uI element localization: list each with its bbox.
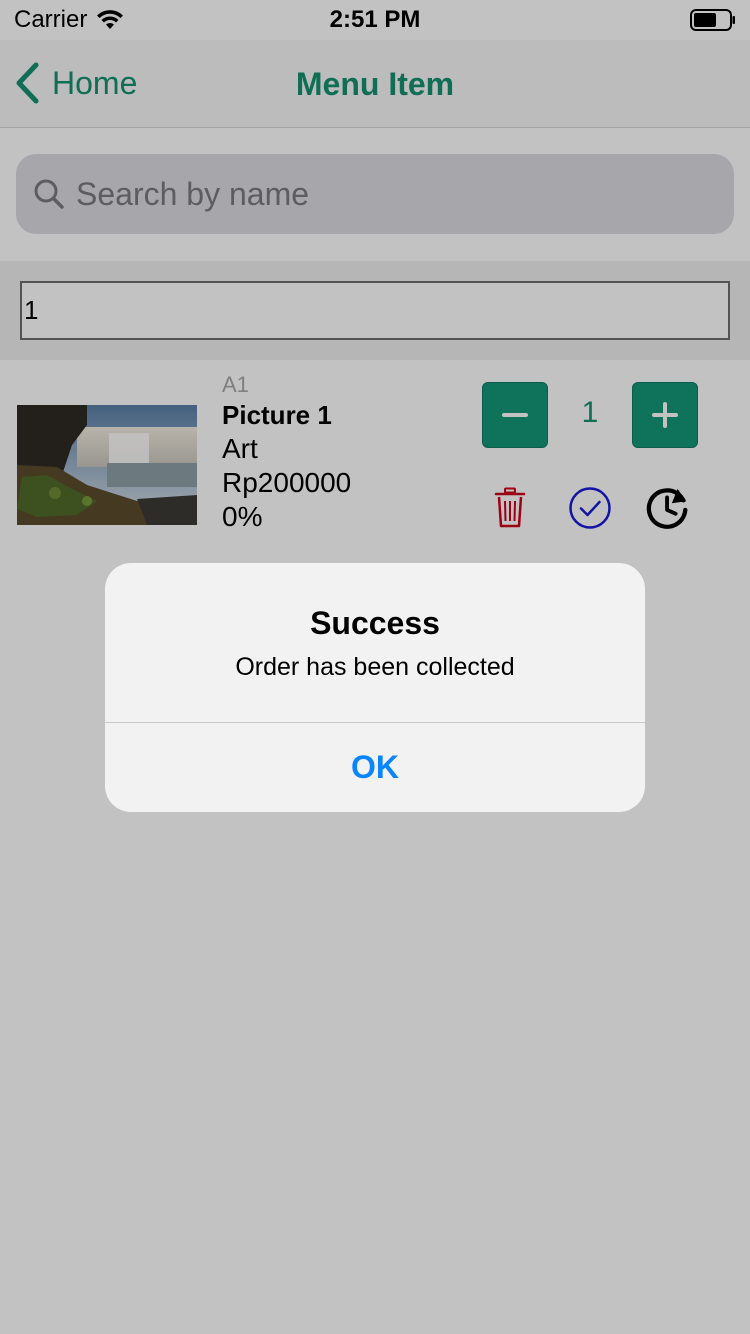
ok-button[interactable]: OK xyxy=(105,723,645,812)
screen: Carrier 2:51 PM Home Menu Item Search by… xyxy=(0,0,750,1334)
alert-title: Success xyxy=(310,605,440,641)
alert-dialog: Success Order has been collected OK xyxy=(105,563,645,812)
alert-message: Order has been collected xyxy=(235,653,515,681)
